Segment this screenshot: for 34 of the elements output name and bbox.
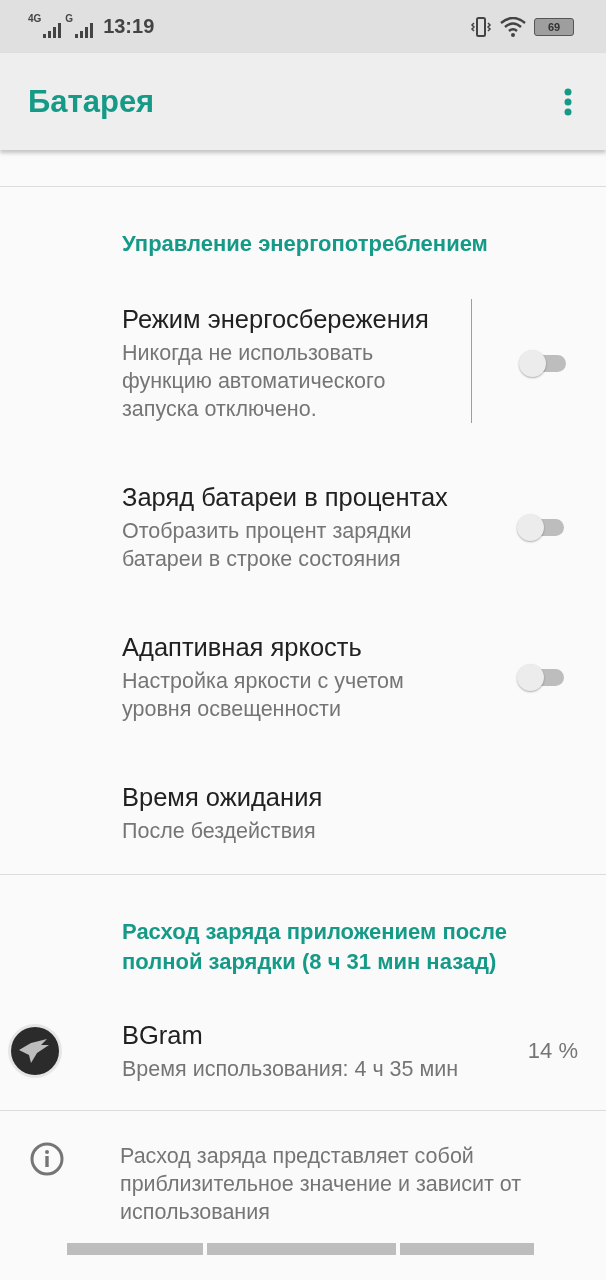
app-name: BGram — [122, 1020, 204, 1051]
screen-title: Батарея — [28, 83, 155, 120]
usage-time: Время использования: 4 ч 35 мин — [122, 1056, 460, 1083]
app-usage-item[interactable]: BGram Время использования: 4 ч 35 мин 14 % — [0, 990, 606, 1110]
toggle-switch[interactable] — [515, 662, 566, 692]
signal-icon — [43, 22, 64, 38]
preference-item[interactable]: Заряд батареи в процентах Отобразить процент зарядки батареи в строке состояния — [0, 452, 606, 602]
signal-icon — [75, 22, 96, 38]
toggle-switch[interactable] — [518, 348, 568, 378]
preference-summary: Настройка яркости с учетом уровня освещенности — [122, 668, 405, 723]
preference-summary: После бездействия — [122, 818, 317, 845]
network-type: G — [65, 13, 74, 24]
preference-title: Адаптивная яркость — [122, 632, 363, 663]
usage-percent: 14 % — [526, 1038, 579, 1064]
bird-app-icon — [7, 1023, 63, 1079]
section-header: Управление энергопотреблением — [121, 230, 489, 258]
wifi-icon — [500, 16, 526, 37]
preference-title: Время ожидания — [122, 782, 324, 813]
more-options-icon[interactable] — [564, 87, 572, 116]
network-type: 4G — [28, 13, 42, 24]
preference-title: Режим энергосбережения — [122, 304, 430, 335]
toggle-switch[interactable] — [515, 512, 566, 542]
info-icon — [30, 1142, 64, 1176]
battery-icon: 69 — [534, 17, 574, 36]
preference-title: Заряд батареи в процентах — [122, 482, 449, 513]
preference-item[interactable]: Время ожидания После бездействия — [0, 752, 606, 874]
preference-item[interactable]: Режим энергосбережения Никогда не использовать функцию автоматического запуска отключено. — [0, 274, 606, 452]
preference-summary: Никогда не использовать функцию автоматического запуска отключено. — [122, 340, 387, 423]
preference-item[interactable]: Адаптивная яркость Настройка яркости с учетом уровня освещенности — [0, 602, 606, 752]
clock: 13:19 — [103, 15, 155, 38]
preference-summary: Отобразить процент зарядки батареи в строке состояния — [122, 518, 413, 573]
info-note: Расход заряда представляет собой приблизительное значение и зависит от использования — [120, 1143, 523, 1226]
vibrate-icon — [470, 15, 492, 38]
section-header: Расход заряда приложением после полной зарядки (8 ч 31 мин назад) — [121, 918, 509, 976]
